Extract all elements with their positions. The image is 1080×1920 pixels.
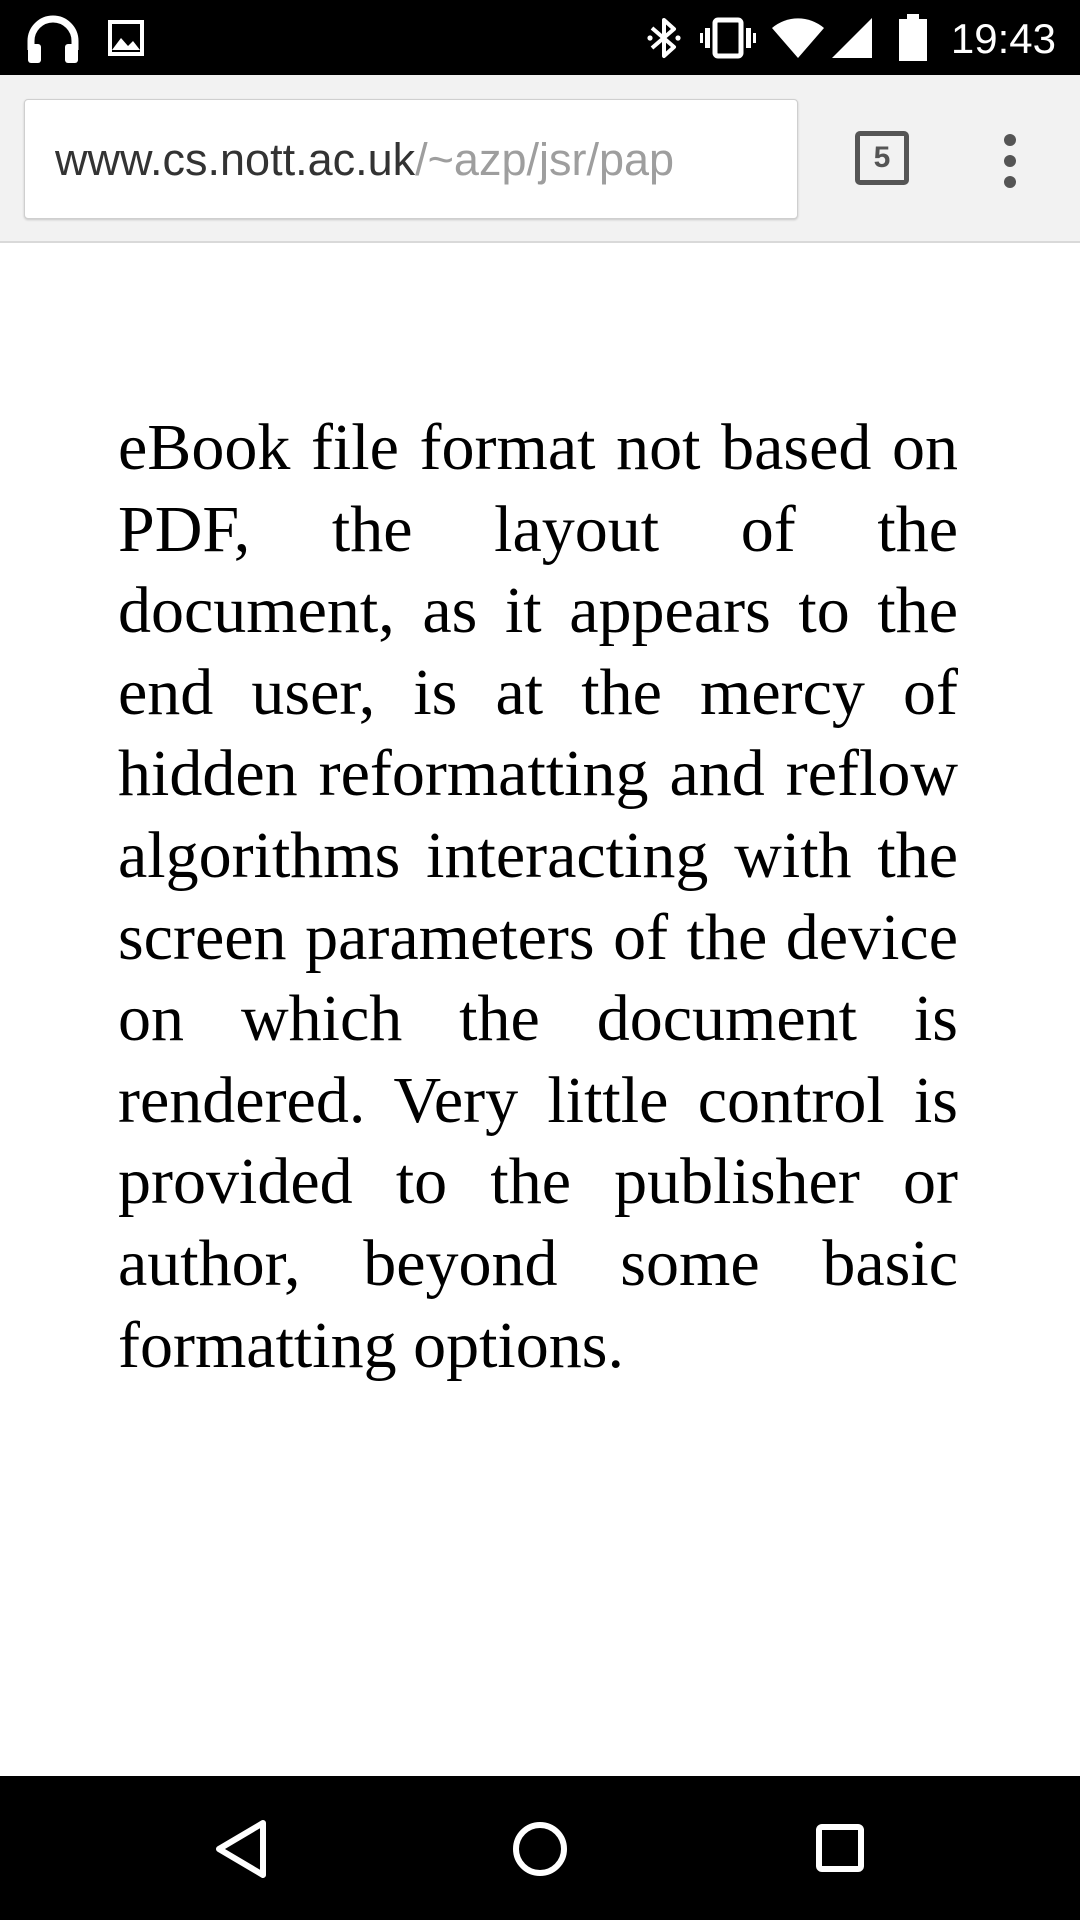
wifi-icon [772,18,824,58]
overflow-menu-icon[interactable] [990,133,1030,189]
url-path: /~azp/jsr/pap [415,134,675,185]
bluetooth-icon [647,18,681,58]
headphones-icon [27,15,79,63]
battery-icon [899,14,927,61]
home-icon[interactable] [512,1821,568,1877]
status-bar: 19:43 [0,0,1080,75]
body-paragraph: eBook file format not based on PDF, the … [118,411,958,1382]
url-bar[interactable]: www.cs.nott.ac.uk/~azp/jsr/pap [24,99,798,219]
browser-toolbar: www.cs.nott.ac.uk/~azp/jsr/pap 5 [0,75,1080,243]
image-icon [108,20,144,56]
navigation-bar [0,1776,1080,1920]
cell-signal-icon [832,18,872,58]
status-clock: 19:43 [950,15,1056,62]
url-domain: www.cs.nott.ac.uk [55,134,416,185]
recents-icon[interactable] [816,1824,864,1872]
back-icon[interactable] [213,1818,269,1880]
tab-switcher-button[interactable]: 5 [855,131,909,185]
page-content[interactable]: eBook file format not based on PDF, the … [0,245,1080,1776]
vibrate-icon [700,17,756,59]
